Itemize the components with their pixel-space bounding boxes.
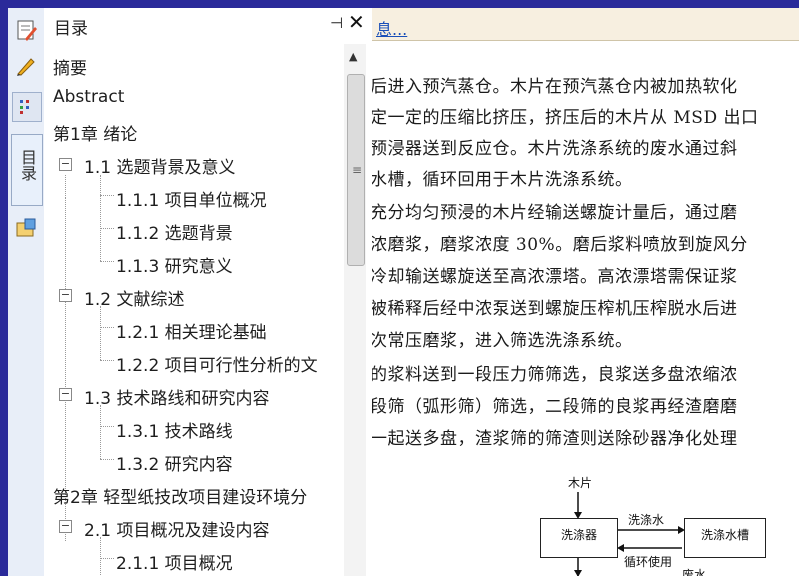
toc-item-chapter-1[interactable]: 第1章 绪论 [53,120,137,145]
scroll-thumb[interactable]: ≡ [347,74,365,266]
toc-item-1-1-2[interactable]: 1.1.2 选题背景 [116,219,233,244]
pen-icon[interactable] [12,52,40,80]
tab-toc[interactable]: 目录 [11,134,43,206]
toc-item-2-1[interactable]: 2.1 项目概况及建设内容 [84,516,269,541]
flowchart-arrows [574,492,685,576]
toc-panel: 目录 ⊣ ✕ − − − − 摘要 Abstract 第1章 绪论 1.1 选题… [44,8,374,576]
flow-box-washer: 洗涤器 [540,518,618,558]
flow-bottom-label: 废水 [682,568,707,576]
pin-icon[interactable]: ⊣ [330,14,343,32]
tree-line [100,426,114,427]
tree-line [100,558,114,559]
scroll-up-icon[interactable]: ▲ [349,50,357,63]
collapse-toggle[interactable]: − [59,158,72,171]
toc-scrollbar[interactable]: ▲ ≡ [344,44,366,576]
tree-line [100,360,114,361]
panel-title: 目录 [54,19,88,39]
tree-line [100,228,114,229]
collapse-toggle[interactable]: − [59,289,72,302]
tree-line [100,537,101,576]
toc-item-1-1[interactable]: 1.1 选题背景及意义 [84,153,235,178]
toc-item-1-2-1[interactable]: 1.2.1 相关理论基础 [116,318,267,343]
tab-toc-label: 目录 [18,149,37,181]
attachment-icon[interactable] [12,214,40,242]
tree-line [100,195,114,196]
toc-tree: − − − − 摘要 Abstract 第1章 绪论 1.1 选题背景及意义 1… [44,44,342,576]
toc-item-abstract[interactable]: Abstract [53,87,124,107]
outline-icon[interactable] [12,92,42,122]
tree-line [100,306,101,360]
document-view: 息... 后进入预汽蒸仓。木片在预汽蒸仓内被加热软化 定一定的压缩比挤压，挤压后… [372,8,799,576]
tree-line [100,405,101,459]
toc-item-1-3-1[interactable]: 1.3.1 技术路线 [116,417,233,442]
grip-icon: ≡ [352,163,363,177]
close-icon[interactable]: ✕ [348,10,365,34]
tree-line [65,175,66,198]
toc-item-1-1-3[interactable]: 1.1.3 研究意义 [116,252,233,277]
tree-line [100,459,114,460]
toc-item-abstract-cn[interactable]: 摘要 [53,54,87,79]
toc-item-1-2[interactable]: 1.2 文献综述 [84,285,184,310]
toc-item-1-3-2[interactable]: 1.3.2 研究内容 [116,450,233,475]
toc-item-2-1-1[interactable]: 2.1.1 项目概况 [116,549,233,574]
side-toolstrip: 目录 [8,8,45,576]
flow-arrow-top-label: 洗涤水 [628,513,665,527]
tree-line [100,327,114,328]
toc-item-1-1-1[interactable]: 1.1.1 项目单位概况 [116,186,267,211]
toc-item-chapter-2[interactable]: 第2章 轻型纸技改项目建设环境分 [53,483,307,508]
notes-icon[interactable] [12,16,40,44]
collapse-toggle[interactable]: − [59,388,72,401]
toc-item-1-3[interactable]: 1.3 技术路线和研究内容 [84,384,269,409]
flow-arrow-bottom-label: 循环使用 [624,555,673,569]
toc-item-1-2-2[interactable]: 1.2.2 项目可行性分析的文 [116,351,318,376]
flow-box-wash-tank: 洗涤水槽 [684,518,766,558]
tree-line [100,175,101,261]
tree-line [100,261,114,262]
collapse-toggle[interactable]: − [59,520,72,533]
